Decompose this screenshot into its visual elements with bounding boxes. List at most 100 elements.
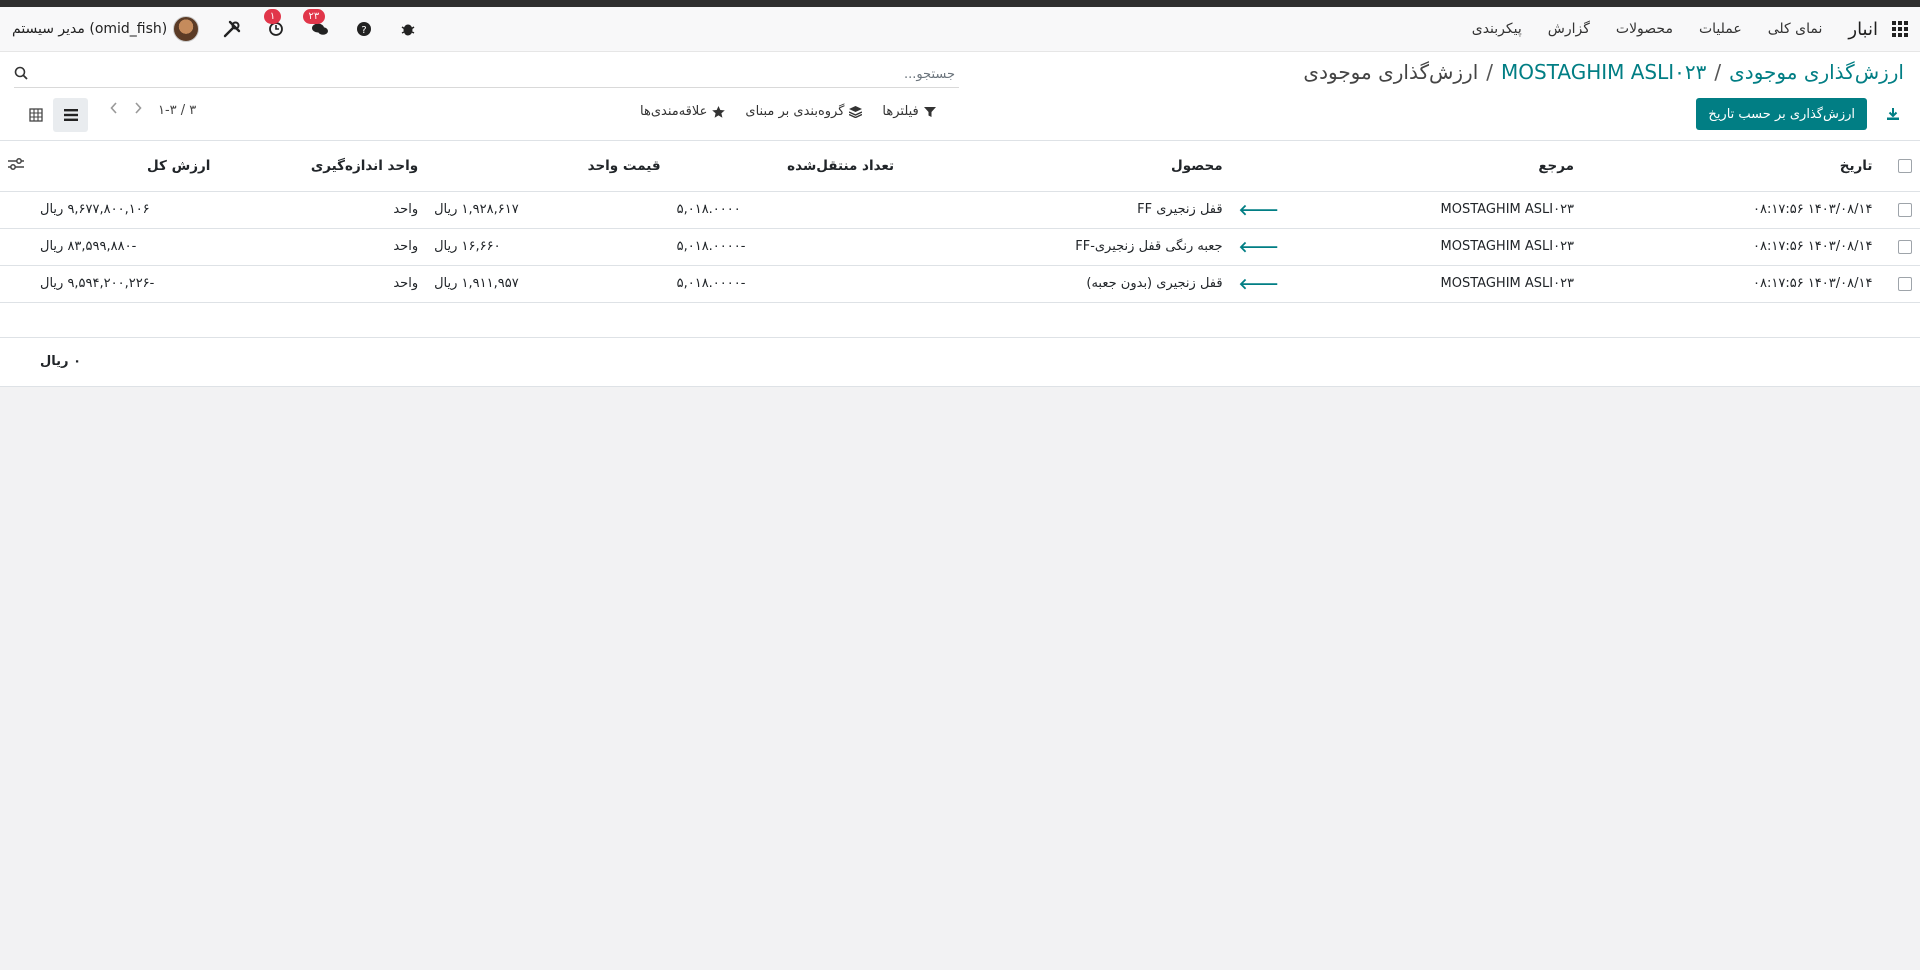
row-product: قفل زنجیری FF bbox=[902, 191, 1231, 229]
pager-value[interactable]: ۱-۳ / ۳ bbox=[158, 103, 196, 118]
search-panel-toggles: فیلترها گروه‌بندی بر مبنای علاقه‌مندی‌ها bbox=[640, 104, 936, 119]
user-menu[interactable]: مدیر سیستم (omid_fish) bbox=[12, 16, 200, 42]
groupby-toggle[interactable]: گروه‌بندی بر مبنای bbox=[745, 104, 863, 119]
breadcrumb-separator: / bbox=[1486, 60, 1494, 84]
table-footer-row: ۰ ریال bbox=[0, 337, 1920, 387]
navbar-left: مدیر سیستم (omid_fish) ۱ ۲۳ ? bbox=[12, 9, 419, 42]
menu-operations[interactable]: عملیات bbox=[1699, 21, 1742, 37]
valuation-at-date-button[interactable]: ارزش‌گذاری بر حسب تاریخ bbox=[1696, 98, 1867, 130]
control-panel: ارزش‌گذاری موجودی / MOSTAGHIM ASLI۰۲۳ / ارزش… bbox=[0, 52, 1920, 140]
row-product: قفل زنجیری (بدون جعبه) bbox=[902, 265, 1231, 303]
footer-total-value: ۰ ریال bbox=[32, 337, 219, 387]
row-quantity: -۵,۰۱۸.۰۰۰۰ bbox=[668, 265, 903, 303]
row-uom: واحد bbox=[218, 228, 427, 266]
row-checkbox[interactable] bbox=[1898, 276, 1912, 291]
select-all-cell bbox=[1880, 141, 1920, 192]
brand-group: انبار bbox=[1848, 19, 1908, 40]
activity-badge: ۱ bbox=[263, 9, 282, 24]
arrow-left-icon[interactable]: 🡐 bbox=[1239, 238, 1279, 256]
search-icon[interactable] bbox=[14, 66, 34, 84]
row-empty-cell bbox=[0, 191, 32, 229]
groupby-label: گروه‌بندی بر مبنای bbox=[745, 104, 845, 119]
row-reference: MOSTAGHIM ASLI۰۲۳ bbox=[1286, 228, 1583, 266]
view-switcher bbox=[18, 98, 88, 132]
user-name: مدیر سیستم (omid_fish) bbox=[12, 21, 168, 37]
app-brand[interactable]: انبار bbox=[1848, 19, 1878, 40]
tools-icon[interactable] bbox=[221, 18, 243, 40]
column-unit-price[interactable]: قیمت واحد bbox=[426, 141, 669, 192]
row-total-value: -۸۳,۵۹۹,۸۸۰ ریال bbox=[32, 228, 219, 266]
search-bar bbox=[14, 62, 959, 88]
row-checkbox[interactable] bbox=[1898, 239, 1912, 254]
layers-icon bbox=[849, 105, 863, 118]
menu-reporting[interactable]: گزارش bbox=[1548, 21, 1590, 37]
favorites-label: علاقه‌مندی‌ها bbox=[640, 104, 708, 119]
table-row[interactable]: ۱۴۰۳/۰۸/۱۴ ۰۸:۱۷:۵۶ MOSTAGHIM ASLI۰۲۳ 🡐 … bbox=[0, 228, 1920, 266]
row-unit-price: ۱۶,۶۶۰ ریال bbox=[426, 228, 669, 266]
row-unit-price: ۱,۹۲۸,۶۱۷ ریال bbox=[426, 191, 669, 229]
column-quantity[interactable]: تعداد منتقل‌شده bbox=[668, 141, 903, 192]
question-circle-icon[interactable]: ? bbox=[353, 18, 375, 40]
sliders-icon[interactable] bbox=[8, 157, 24, 170]
row-arrow-cell: 🡐 bbox=[1230, 191, 1287, 229]
row-unit-price: ۱,۹۱۱,۹۵۷ ریال bbox=[426, 265, 669, 303]
download-icon[interactable] bbox=[1880, 102, 1906, 126]
grid-view-icon[interactable] bbox=[18, 98, 53, 132]
table-row[interactable]: ۱۴۰۳/۰۸/۱۴ ۰۸:۱۷:۵۶ MOSTAGHIM ASLI۰۲۳ 🡐 … bbox=[0, 265, 1920, 303]
bug-icon[interactable] bbox=[397, 18, 419, 40]
table-header-row: تاریخ مرجع محصول تعداد منتقل‌شده قیمت وا… bbox=[0, 141, 1920, 192]
breadcrumb-root[interactable]: ارزش‌گذاری موجودی bbox=[1729, 60, 1904, 84]
row-product: جعبه رنگی قفل زنجیری-FF bbox=[902, 228, 1231, 266]
list-view: تاریخ مرجع محصول تعداد منتقل‌شده قیمت وا… bbox=[0, 140, 1920, 387]
main-navbar: انبار نمای کلی عملیات محصولات گزارش پیکر… bbox=[0, 7, 1920, 52]
row-empty-cell bbox=[0, 265, 32, 303]
select-all-checkbox[interactable] bbox=[1898, 158, 1912, 173]
chevron-left-icon bbox=[110, 102, 117, 114]
empty-row bbox=[0, 302, 1920, 338]
filters-toggle[interactable]: فیلترها bbox=[882, 104, 936, 119]
row-uom: واحد bbox=[218, 265, 427, 303]
menu-products[interactable]: محصولات bbox=[1616, 21, 1673, 37]
favorites-toggle[interactable]: علاقه‌مندی‌ها bbox=[640, 104, 726, 119]
row-reference: MOSTAGHIM ASLI۰۲۳ bbox=[1286, 265, 1583, 303]
table-row[interactable]: ۱۴۰۳/۰۸/۱۴ ۰۸:۱۷:۵۶ MOSTAGHIM ASLI۰۲۳ 🡐 … bbox=[0, 191, 1920, 229]
row-quantity: -۵,۰۱۸.۰۰۰۰ bbox=[668, 228, 903, 266]
apps-grid-icon[interactable] bbox=[1892, 21, 1908, 37]
activity-button[interactable]: ۱ bbox=[263, 9, 287, 40]
breadcrumb-middle[interactable]: MOSTAGHIM ASLI۰۲۳ bbox=[1501, 60, 1706, 84]
breadcrumb-current: ارزش‌گذاری موجودی bbox=[1303, 60, 1479, 84]
column-total-value[interactable]: ارزش کل bbox=[32, 141, 219, 192]
arrow-left-icon[interactable]: 🡐 bbox=[1239, 275, 1279, 293]
pager-prev-button[interactable] bbox=[134, 102, 142, 118]
column-product[interactable]: محصول bbox=[902, 141, 1231, 192]
filter-icon bbox=[923, 106, 936, 117]
column-uom[interactable]: واحد اندازه‌گیری bbox=[218, 141, 427, 192]
search-input[interactable] bbox=[34, 62, 959, 87]
empty-cell bbox=[0, 302, 1920, 338]
breadcrumb-separator: / bbox=[1714, 60, 1722, 84]
column-date[interactable]: تاریخ bbox=[1582, 141, 1881, 192]
chat-badge: ۲۳ bbox=[302, 9, 326, 24]
optional-columns-cell bbox=[0, 141, 32, 192]
chevron-right-icon bbox=[135, 102, 142, 114]
column-arrow bbox=[1230, 141, 1287, 192]
menu-overview[interactable]: نمای کلی bbox=[1768, 21, 1823, 37]
row-empty-cell bbox=[0, 228, 32, 266]
arrow-left-icon[interactable]: 🡐 bbox=[1239, 201, 1279, 219]
row-checkbox[interactable] bbox=[1898, 202, 1912, 217]
filters-label: فیلترها bbox=[882, 104, 919, 119]
row-date: ۱۴۰۳/۰۸/۱۴ ۰۸:۱۷:۵۶ bbox=[1582, 228, 1881, 266]
column-reference[interactable]: مرجع bbox=[1286, 141, 1583, 192]
valuation-table: تاریخ مرجع محصول تعداد منتقل‌شده قیمت وا… bbox=[0, 141, 1920, 387]
pager: ۱-۳ / ۳ bbox=[110, 102, 196, 118]
row-date: ۱۴۰۳/۰۸/۱۴ ۰۸:۱۷:۵۶ bbox=[1582, 191, 1881, 229]
list-view-icon[interactable] bbox=[53, 98, 88, 132]
row-uom: واحد bbox=[218, 191, 427, 229]
chat-button[interactable]: ۲۳ bbox=[302, 9, 331, 40]
breadcrumb: ارزش‌گذاری موجودی / MOSTAGHIM ASLI۰۲۳ / ارزش… bbox=[1303, 60, 1904, 84]
navbar-right: انبار نمای کلی عملیات محصولات گزارش پیکر… bbox=[1472, 19, 1908, 40]
menu-configuration[interactable]: پیکربندی bbox=[1472, 21, 1522, 37]
row-quantity: ۵,۰۱۸.۰۰۰۰ bbox=[668, 191, 903, 229]
row-checkbox-cell bbox=[1880, 191, 1920, 229]
pager-next-button[interactable] bbox=[110, 102, 118, 118]
